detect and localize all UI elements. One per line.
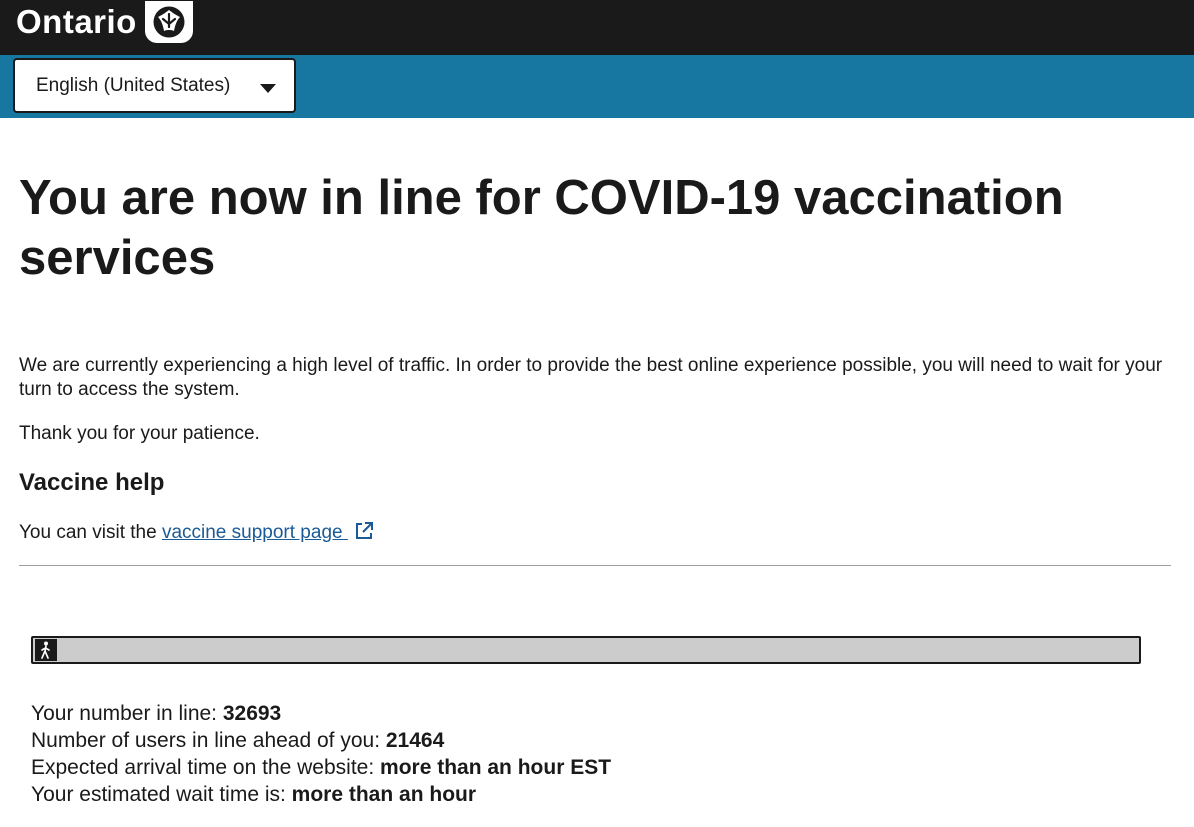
language-selected-value: English (United States) — [36, 74, 231, 96]
queue-number-row: Your number in line: 32693 — [31, 700, 1141, 727]
queue-ahead-value: 21464 — [385, 729, 445, 752]
queue-wait-label: Your estimated wait time is: — [31, 783, 292, 806]
section-divider — [19, 565, 1171, 566]
queue-ahead-row: Number of users in line ahead of you: 21… — [31, 727, 1141, 754]
language-select[interactable]: English (United States) — [13, 58, 296, 113]
vaccine-support-link-label: vaccine support page — [161, 522, 348, 543]
ontario-trillium-icon — [144, 1, 193, 43]
queue-arrival-row: Expected arrival time on the website: mo… — [31, 754, 1141, 781]
ontario-logo[interactable]: Ontario — [16, 0, 193, 44]
queue-panel: Your number in line: 32693 Number of use… — [31, 636, 1141, 808]
top-header: Ontario — [0, 0, 1194, 55]
vaccine-help-prefix: You can visit the — [19, 522, 162, 543]
queue-wait-value: more than an hour — [291, 783, 477, 806]
queue-progress-bar — [31, 636, 1141, 664]
page-title: You are now in line for COVID-19 vaccina… — [19, 171, 1064, 285]
queue-wait-row: Your estimated wait time is: more than a… — [31, 781, 1141, 808]
logo-text: Ontario — [16, 3, 137, 40]
queue-stats: Your number in line: 32693 Number of use… — [31, 700, 1141, 808]
vaccine-help-heading: Vaccine help — [19, 469, 165, 496]
traffic-notice: We are currently experiencing a high lev… — [19, 355, 1163, 400]
queue-number-value: 32693 — [222, 702, 282, 725]
external-link-icon[interactable] — [354, 521, 374, 548]
queue-number-label: Your number in line: — [31, 702, 223, 725]
vaccine-help-text: You can visit the vaccine support page — [19, 521, 374, 548]
queue-arrival-label: Expected arrival time on the website: — [31, 756, 381, 779]
patience-message: Thank you for your patience. — [19, 423, 260, 444]
chevron-down-icon — [260, 84, 276, 93]
queue-arrival-value: more than an hour EST — [380, 756, 612, 779]
vaccine-support-link[interactable]: vaccine support page — [162, 522, 348, 543]
language-bar: English (United States) — [0, 55, 1194, 118]
queue-ahead-label: Number of users in line ahead of you: — [31, 729, 386, 752]
walking-person-icon — [35, 639, 57, 661]
